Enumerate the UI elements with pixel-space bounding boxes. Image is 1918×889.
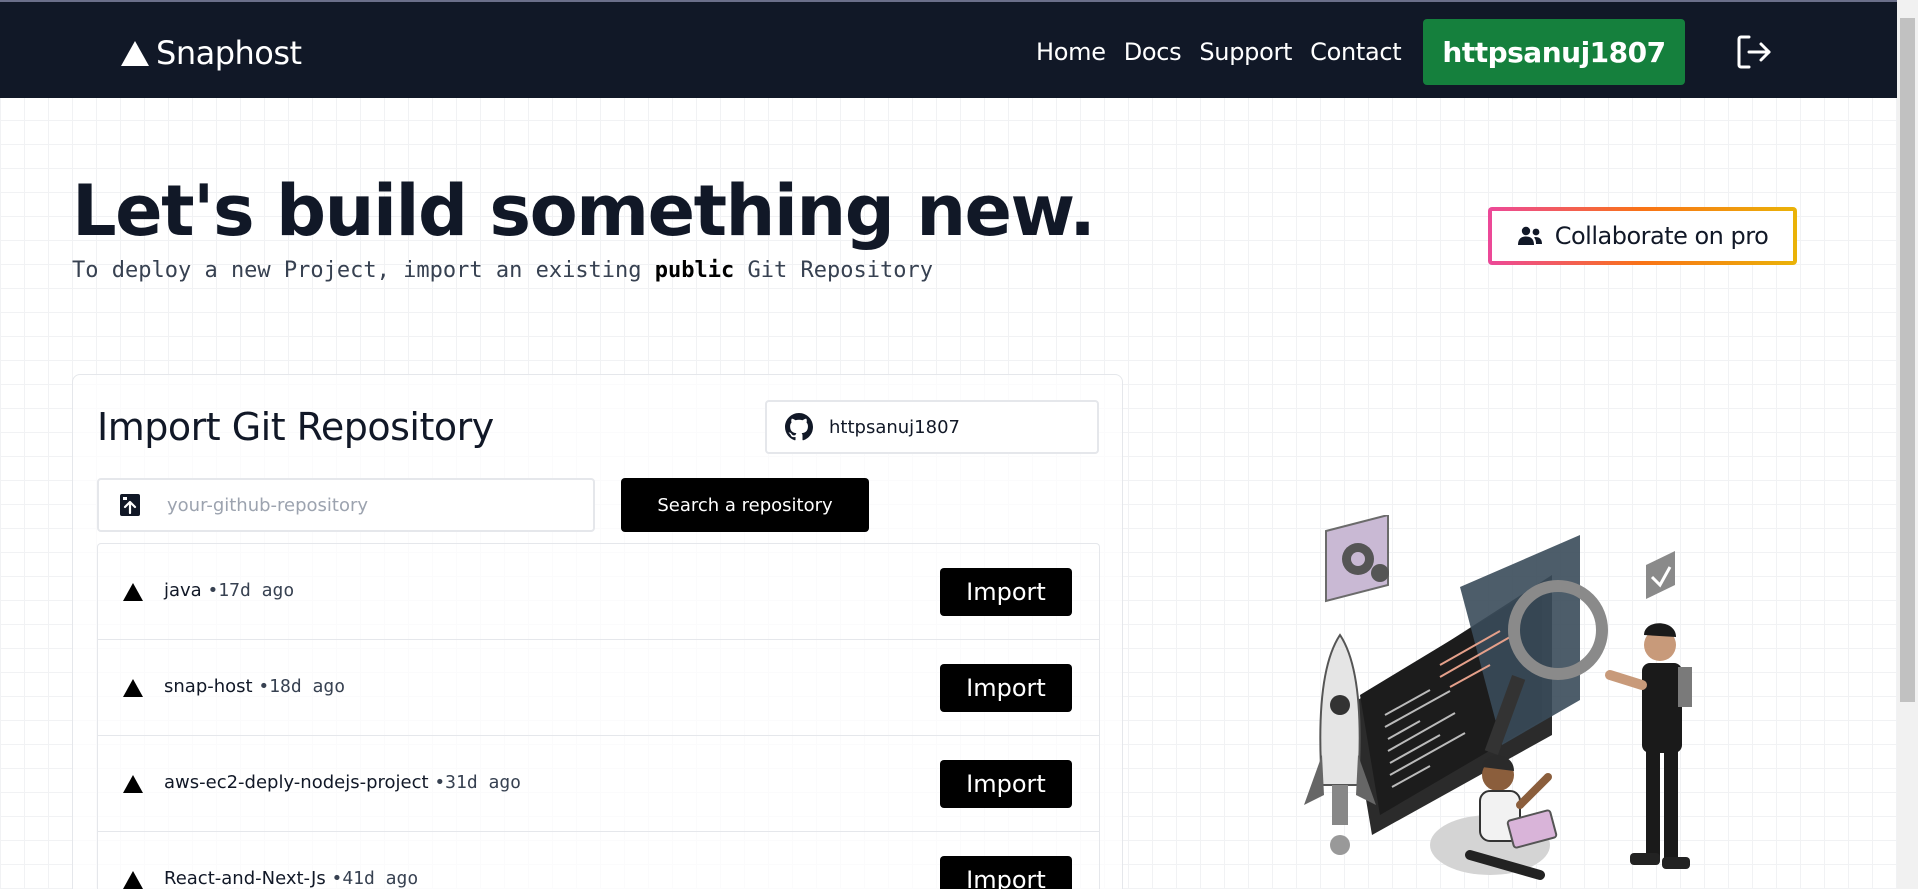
nav-links: Home Docs Support Contact <box>1036 38 1402 66</box>
import-button[interactable]: Import <box>940 664 1072 712</box>
brand-name: Snaphost <box>156 34 302 72</box>
import-repository-card: Import Git Repository httpsanuj1807 Sear… <box>72 374 1123 889</box>
standing-person-illustration <box>1605 623 1692 869</box>
repository-row: React-and-Next-Js •41d ago Import <box>98 832 1099 889</box>
repository-name: aws-ec2-deply-nodejs-project <box>164 772 429 793</box>
import-button[interactable]: Import <box>940 568 1072 616</box>
nav-contact-link[interactable]: Contact <box>1310 38 1402 66</box>
repository-search-box <box>97 478 595 532</box>
repository-item: React-and-Next-Js •41d ago <box>164 868 418 889</box>
nav-home-link[interactable]: Home <box>1036 38 1106 66</box>
collaborate-label: Collaborate on pro <box>1554 222 1769 250</box>
github-icon <box>785 413 813 441</box>
scrollbar-thumb[interactable] <box>1900 18 1915 702</box>
import-button[interactable]: Import <box>940 760 1072 808</box>
checkmark-badge-illustration <box>1646 551 1675 599</box>
repository-list: java •17d ago Import snap-host •18d ago … <box>97 543 1100 889</box>
triangle-repo-icon <box>123 583 143 601</box>
collaborate-button[interactable]: Collaborate on pro <box>1492 211 1793 261</box>
repository-search-input[interactable] <box>167 494 547 516</box>
repository-row: snap-host •18d ago Import <box>98 640 1099 736</box>
subtitle-bold-public: public <box>654 258 735 283</box>
import-button[interactable]: Import <box>940 856 1072 889</box>
page-title: Let's build something new. <box>72 170 1096 252</box>
subtitle-text-end: Git Repository <box>734 258 933 283</box>
repository-name: React-and-Next-Js <box>164 868 326 889</box>
repository-item: aws-ec2-deply-nodejs-project •31d ago <box>164 772 521 793</box>
page-subtitle: To deploy a new Project, import an exist… <box>72 258 933 283</box>
developer-illustration <box>1304 515 1692 880</box>
repository-updated-time: •18d ago <box>258 676 346 697</box>
github-username: httpsanuj1807 <box>829 416 960 438</box>
page-scrollbar[interactable] <box>1897 0 1918 889</box>
repository-updated-time-value: 31d ago <box>445 772 522 793</box>
brand-logo[interactable]: Snaphost <box>120 34 302 72</box>
repository-name: java <box>164 580 202 601</box>
nav-support-link[interactable]: Support <box>1199 38 1292 66</box>
repository-updated-time: •31d ago <box>434 772 522 793</box>
github-account-selector[interactable]: httpsanuj1807 <box>765 400 1099 454</box>
nav-docs-link[interactable]: Docs <box>1124 38 1182 66</box>
repo-upload-icon <box>120 494 140 516</box>
repository-row: aws-ec2-deply-nodejs-project •31d ago Im… <box>98 736 1099 832</box>
logout-icon[interactable] <box>1735 33 1773 71</box>
repository-updated-time-value: 17d ago <box>218 580 295 601</box>
import-card-title: Import Git Repository <box>97 405 494 449</box>
repository-updated-time-value: 41d ago <box>342 868 419 889</box>
user-account-button[interactable]: httpsanuj1807 <box>1423 19 1685 85</box>
users-icon <box>1517 226 1542 245</box>
repository-updated-time: •17d ago <box>207 580 295 601</box>
subtitle-text-start: To deploy a new Project, import an exist… <box>72 258 655 283</box>
gear-panel-illustration <box>1325 515 1389 603</box>
repository-item: java •17d ago <box>164 580 294 601</box>
collaborate-button-border: Collaborate on pro <box>1488 207 1797 265</box>
repository-name: snap-host <box>164 676 253 697</box>
search-repository-button[interactable]: Search a repository <box>621 478 869 532</box>
triangle-logo-icon <box>121 41 149 66</box>
repository-updated-time: •41d ago <box>331 868 419 889</box>
repository-row: java •17d ago Import <box>98 544 1099 640</box>
repository-item: snap-host •18d ago <box>164 676 345 697</box>
repository-updated-time-value: 18d ago <box>269 676 346 697</box>
navbar: Snaphost Home Docs Support Contact https… <box>0 0 1897 98</box>
triangle-repo-icon <box>123 679 143 697</box>
triangle-repo-icon <box>123 775 143 793</box>
triangle-repo-icon <box>123 871 143 889</box>
